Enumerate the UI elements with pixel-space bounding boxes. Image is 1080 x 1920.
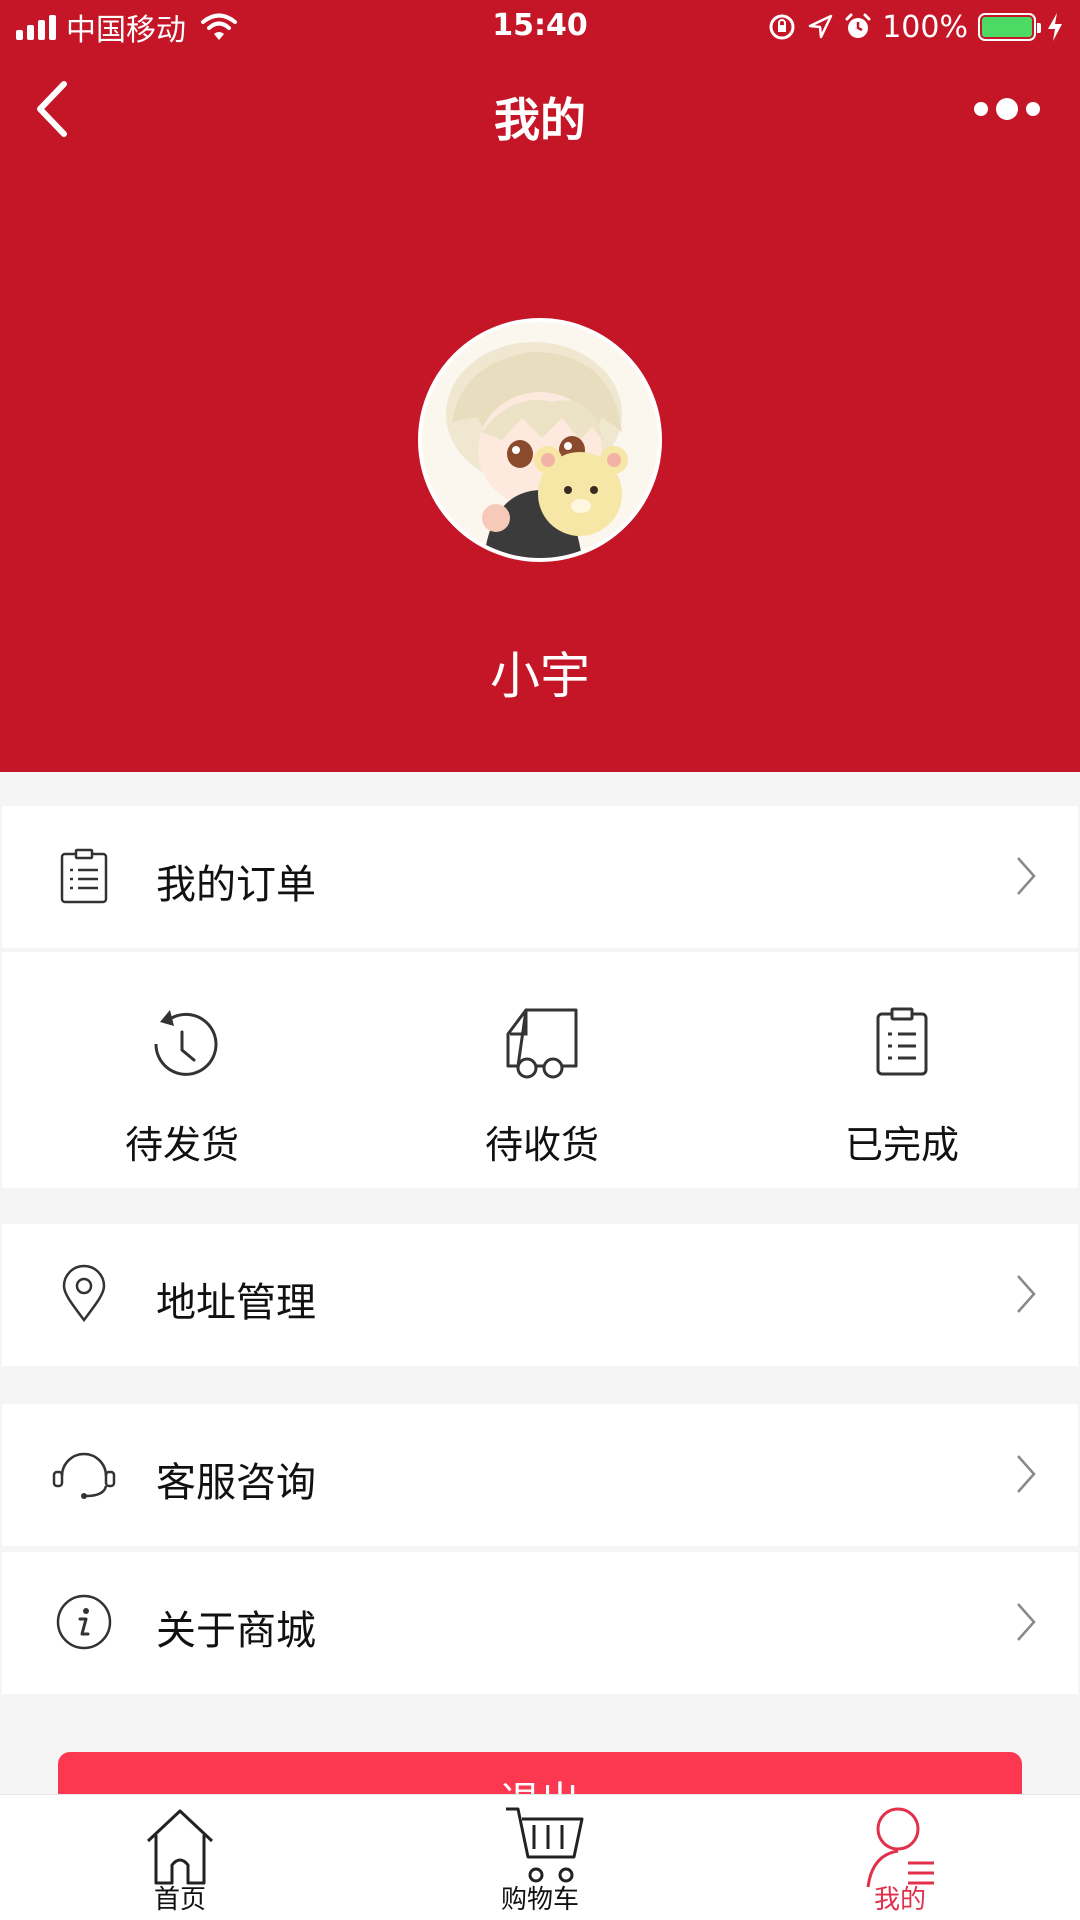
more-dot-icon xyxy=(996,98,1018,120)
order-status-panel: 待发货 待收货 已完成 xyxy=(2,952,1078,1188)
cart-icon xyxy=(506,1807,584,1883)
navigation-bar: 我的 xyxy=(0,54,1080,164)
location-pin-icon xyxy=(62,1264,106,1323)
back-button[interactable] xyxy=(26,76,86,142)
tab-bar: 首页 购物车 我的 xyxy=(0,1794,1080,1920)
avatar-illustration xyxy=(422,322,658,558)
chevron-right-icon xyxy=(1017,1603,1036,1641)
address-management-label: 地址管理 xyxy=(156,1280,316,1326)
battery-icon xyxy=(978,13,1041,41)
tab-mine[interactable]: 我的 xyxy=(800,1795,1000,1920)
tab-label: 首页 xyxy=(153,1885,206,1915)
customer-service-label: 客服咨询 xyxy=(156,1460,316,1506)
more-dot-icon xyxy=(974,102,988,116)
profile-header: 中国移动 15:40 100% 我的 小宇 xyxy=(0,0,1080,772)
chevron-right-icon xyxy=(1017,1455,1036,1493)
address-management-row[interactable]: 地址管理 xyxy=(2,1224,1078,1366)
avatar[interactable] xyxy=(418,318,662,562)
my-orders-label: 我的订单 xyxy=(156,862,316,908)
tab-home[interactable]: 首页 xyxy=(80,1795,280,1920)
status-label: 已完成 xyxy=(844,1123,959,1167)
status-pending-shipment[interactable]: 待发货 xyxy=(62,952,302,1188)
more-dot-icon xyxy=(1026,102,1040,116)
about-mall-label: 关于商城 xyxy=(156,1608,316,1654)
status-completed[interactable]: 已完成 xyxy=(782,952,1022,1188)
chevron-right-icon xyxy=(1017,857,1036,895)
status-label: 待发货 xyxy=(124,1123,239,1167)
user-icon xyxy=(866,1807,934,1888)
chevron-left-icon xyxy=(37,81,67,137)
customer-service-row[interactable]: 客服咨询 xyxy=(2,1404,1078,1546)
tab-label: 购物车 xyxy=(500,1885,579,1915)
clock-rewind-icon xyxy=(154,1010,218,1076)
status-right: 100% xyxy=(768,8,1064,46)
clipboard-icon xyxy=(876,1007,928,1076)
username: 小宇 xyxy=(490,647,590,705)
status-bar: 中国移动 15:40 100% xyxy=(0,0,1080,54)
chevron-right-icon xyxy=(1017,1275,1036,1313)
delivery-truck-icon xyxy=(506,1008,578,1079)
charging-bolt-icon xyxy=(1048,13,1062,41)
info-icon xyxy=(56,1594,112,1650)
more-button[interactable] xyxy=(974,92,1040,126)
tab-label: 我的 xyxy=(873,1885,926,1915)
order-list-icon xyxy=(60,848,108,904)
home-icon xyxy=(146,1809,214,1885)
about-mall-row[interactable]: 关于商城 xyxy=(2,1552,1078,1694)
location-arrow-icon xyxy=(808,14,833,39)
status-label: 待收货 xyxy=(484,1123,599,1167)
alarm-icon xyxy=(845,13,871,38)
headset-icon xyxy=(52,1452,116,1499)
rotation-lock-icon xyxy=(769,14,795,40)
status-pending-receipt[interactable]: 待收货 xyxy=(422,952,662,1188)
my-orders-row[interactable]: 我的订单 xyxy=(2,806,1078,948)
tab-cart[interactable]: 购物车 xyxy=(440,1795,640,1920)
page-title: 我的 xyxy=(494,93,586,147)
battery-percent: 100% xyxy=(882,9,968,45)
